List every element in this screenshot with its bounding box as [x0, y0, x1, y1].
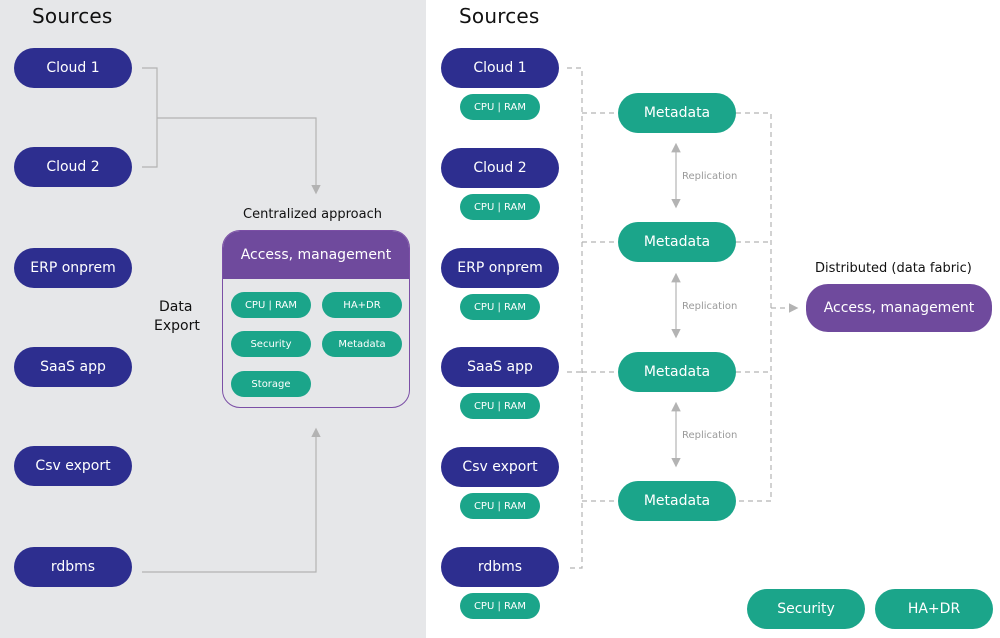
right-source-saas-app[interactable]: SaaS app: [441, 347, 559, 387]
right-source-cloud-1[interactable]: Cloud 1: [441, 48, 559, 88]
distributed-title: Distributed (data fabric): [815, 261, 972, 276]
data-export-label-line1: Data: [159, 299, 193, 315]
metadata-right-trunk: [736, 112, 772, 502]
replication-label-3: Replication: [682, 430, 738, 441]
left-source-csv-export[interactable]: Csv export: [14, 446, 132, 486]
left-source-cloud-1[interactable]: Cloud 1: [14, 48, 132, 88]
right-chip-cpu-ram[interactable]: CPU | RAM: [460, 493, 540, 519]
metadata-node-2[interactable]: Metadata: [618, 222, 736, 262]
right-chip-cpu-ram[interactable]: CPU | RAM: [460, 94, 540, 120]
central-chip-ha-dr[interactable]: HA+DR: [322, 292, 402, 318]
right-chip-cpu-ram[interactable]: CPU | RAM: [460, 393, 540, 419]
central-chip-cpu-ram[interactable]: CPU | RAM: [231, 292, 311, 318]
central-chip-storage[interactable]: Storage: [231, 371, 311, 397]
bottom-chip-ha-dr[interactable]: HA+DR: [875, 589, 993, 629]
right-source-csv-export[interactable]: Csv export: [441, 447, 559, 487]
centralized-header: Access, management: [223, 231, 409, 279]
right-source-erp-onprem[interactable]: ERP onprem: [441, 248, 559, 288]
metadata-node-3[interactable]: Metadata: [618, 352, 736, 392]
cloud-bracket-connector: [142, 67, 316, 192]
bottom-chip-security[interactable]: Security: [747, 589, 865, 629]
right-chip-cpu-ram[interactable]: CPU | RAM: [460, 593, 540, 619]
left-source-cloud-2[interactable]: Cloud 2: [14, 147, 132, 187]
left-source-erp-onprem[interactable]: ERP onprem: [14, 248, 132, 288]
left-source-saas-app[interactable]: SaaS app: [14, 347, 132, 387]
central-chip-metadata[interactable]: Metadata: [322, 331, 402, 357]
left-source-rdbms[interactable]: rdbms: [14, 547, 132, 587]
replication-label-2: Replication: [682, 301, 738, 312]
rdbms-connector: [142, 427, 321, 573]
centralized-title: Centralized approach: [243, 207, 382, 222]
centralized-box: Access, management CPU | RAM HA+DR Secur…: [222, 230, 410, 408]
metadata-node-4[interactable]: Metadata: [618, 481, 736, 521]
central-chip-security[interactable]: Security: [231, 331, 311, 357]
right-chip-cpu-ram[interactable]: CPU | RAM: [460, 294, 540, 320]
right-chip-cpu-ram[interactable]: CPU | RAM: [460, 194, 540, 220]
data-export-label-line2: Export: [154, 318, 200, 334]
cloud1-dashed-connector: [567, 67, 583, 569]
distributed-access-management[interactable]: Access, management: [806, 284, 992, 332]
right-source-rdbms[interactable]: rdbms: [441, 547, 559, 587]
replication-label-1: Replication: [682, 171, 738, 182]
right-sources-title: Sources: [459, 4, 540, 28]
right-source-cloud-2[interactable]: Cloud 2: [441, 148, 559, 188]
left-sources-title: Sources: [32, 4, 113, 28]
metadata-node-1[interactable]: Metadata: [618, 93, 736, 133]
